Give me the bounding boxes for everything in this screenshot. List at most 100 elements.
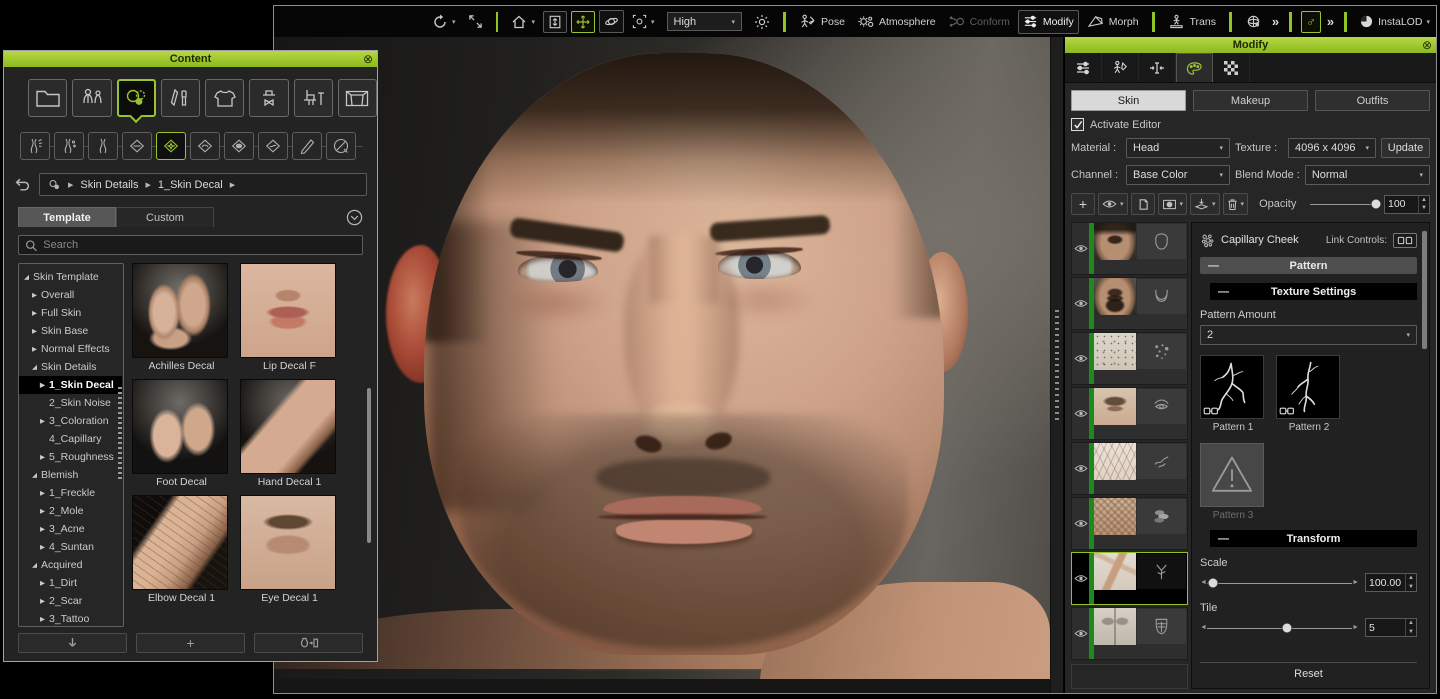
- expand-chevrons[interactable]: »: [1327, 14, 1333, 29]
- tab-pose[interactable]: [1102, 53, 1139, 82]
- tree-arrow-icon[interactable]: ▶: [40, 507, 49, 515]
- blend-mode-select[interactable]: Normal▾: [1305, 165, 1430, 185]
- tree-item-1-dirt[interactable]: ▶1_Dirt: [19, 574, 122, 592]
- remove-makeup-button[interactable]: [326, 132, 356, 160]
- update-button[interactable]: Update: [1381, 138, 1430, 158]
- category-stage-button[interactable]: [338, 79, 377, 117]
- category-skin-button[interactable]: [117, 79, 156, 117]
- search-input[interactable]: [43, 239, 356, 251]
- asset-grid-scrollbar[interactable]: [367, 388, 371, 543]
- morph-button[interactable]: Morph: [1083, 11, 1143, 33]
- tile-slider[interactable]: ◄►: [1200, 621, 1359, 635]
- tree-arrow-icon[interactable]: ▶: [40, 543, 49, 551]
- layer-visibility-toggle[interactable]: [1072, 498, 1089, 549]
- layer-beard-base[interactable]: Beard_Base: [1071, 277, 1188, 330]
- asset-hand-decal-1[interactable]: Hand Decal 1: [240, 379, 336, 490]
- layer-body-vascular[interactable]: Body Vascular: [1071, 552, 1188, 605]
- transform-button[interactable]: Trans: [1164, 11, 1220, 33]
- tree-item-full-skin[interactable]: ▶Full Skin: [19, 304, 122, 322]
- instalod-button[interactable]: InstaLOD ▾: [1356, 11, 1434, 33]
- tree-item-skin-details[interactable]: ◢Skin Details: [19, 358, 122, 376]
- content-panel-header[interactable]: Content ⊗: [4, 51, 377, 67]
- home-view-button[interactable]: ▾: [507, 11, 539, 33]
- opacity-input[interactable]: 100 ▲▼: [1384, 195, 1430, 214]
- tree-item-acquired[interactable]: ◢Acquired: [19, 556, 122, 574]
- asset-lip-decal-f[interactable]: Lip Decal F: [240, 263, 336, 374]
- add-layer-button[interactable]: +: [1071, 193, 1095, 215]
- tile-input[interactable]: 5 ▲▼: [1365, 618, 1417, 637]
- modify-button[interactable]: Modify: [1018, 10, 1079, 34]
- tree-item-3-tattoo[interactable]: ▶3_Tattoo: [19, 610, 122, 627]
- pattern-slot-pattern-2[interactable]: Pattern 2: [1276, 355, 1342, 433]
- layer-visibility-toggle[interactable]: [1072, 388, 1089, 439]
- pattern-slot-pattern-1[interactable]: Pattern 1: [1200, 355, 1266, 433]
- link-controls-button[interactable]: [1393, 233, 1417, 248]
- tree-item-4-capillary[interactable]: 4_Capillary: [19, 430, 122, 448]
- language-gizmo-button[interactable]: [1241, 11, 1266, 32]
- roughness-map-button[interactable]: [258, 132, 288, 160]
- orbit-camera-button[interactable]: [599, 10, 624, 33]
- layer-capillary-cheek[interactable]: Capillary Cheek: [1071, 442, 1188, 495]
- tab-attach[interactable]: [1139, 53, 1176, 82]
- expand-chevrons[interactable]: »: [1272, 14, 1278, 29]
- tab-material-paint[interactable]: [1176, 53, 1213, 82]
- tree-arrow-icon[interactable]: ▶: [40, 453, 49, 461]
- opacity-slider[interactable]: [1303, 197, 1381, 211]
- tree-arrow-icon[interactable]: ▶: [40, 489, 49, 497]
- pose-button[interactable]: Pose: [795, 11, 849, 33]
- tree-arrow-icon[interactable]: ▶: [40, 615, 49, 623]
- tab-custom[interactable]: Custom: [116, 207, 214, 227]
- atmosphere-button[interactable]: Atmosphere: [853, 11, 940, 33]
- layer-muscle[interactable]: Muscle: [1071, 607, 1188, 660]
- asset-achilles-decal[interactable]: Achilles Decal: [132, 263, 228, 374]
- layer-visibility-toggle[interactable]: [1072, 553, 1089, 604]
- tree-item-2-skin-noise[interactable]: 2_Skin Noise: [19, 394, 122, 412]
- tree-item-skin-base[interactable]: ▶Skin Base: [19, 322, 122, 340]
- opacity-slider-knob[interactable]: [1371, 199, 1382, 210]
- scale-input[interactable]: 100.00 ▲▼: [1365, 573, 1417, 592]
- skin-decal-button[interactable]: [156, 132, 186, 160]
- tree-arrow-icon[interactable]: ▶: [40, 381, 49, 389]
- tab-template[interactable]: Template: [18, 207, 116, 227]
- tile-slider-knob[interactable]: [1282, 622, 1293, 633]
- tab-adjust[interactable]: [1065, 53, 1102, 82]
- skin-category-button[interactable]: Skin: [1071, 90, 1186, 111]
- tree-item-4-suntan[interactable]: ▶4_Suntan: [19, 538, 122, 556]
- apply-to-target-button[interactable]: [254, 633, 363, 653]
- frame-selection-button[interactable]: ▾: [628, 11, 659, 32]
- opacity-spinner[interactable]: ▲▼: [1418, 196, 1429, 213]
- layer-scalp-base[interactable]: Scalp_Base: [1071, 222, 1188, 275]
- delete-layer-button[interactable]: ▾: [1223, 193, 1249, 215]
- texture-select[interactable]: 4096 x 4096▾: [1288, 138, 1376, 158]
- tree-item-normal-effects[interactable]: ▶Normal Effects: [19, 340, 122, 358]
- move-tool-button[interactable]: [571, 11, 595, 33]
- breadcrumb[interactable]: ▶ Skin Details ▶ 1_Skin Decal ▶: [39, 173, 367, 196]
- download-button[interactable]: [18, 633, 127, 653]
- tree-item-overall[interactable]: ▶Overall: [19, 286, 122, 304]
- tree-item-skin-template[interactable]: ◢Skin Template: [19, 268, 122, 286]
- makeup-category-button[interactable]: Makeup: [1193, 90, 1308, 111]
- texture-settings-header[interactable]: — Texture Settings: [1210, 283, 1417, 300]
- lighting-button[interactable]: [750, 11, 774, 33]
- modify-panel-header[interactable]: Modify ⊗: [1065, 37, 1436, 53]
- panel-splitter[interactable]: [1050, 37, 1064, 693]
- tree-arrow-icon[interactable]: ▶: [40, 579, 49, 587]
- maximize-viewport-button[interactable]: [464, 11, 487, 32]
- close-icon[interactable]: ⊗: [1422, 38, 1432, 52]
- bake-layer-button[interactable]: ▾: [1190, 193, 1220, 215]
- category-project-button[interactable]: [28, 79, 67, 117]
- tree-arrow-icon[interactable]: ◢: [32, 561, 41, 569]
- tree-arrow-icon[interactable]: ▶: [40, 597, 49, 605]
- pattern-amount-select[interactable]: 2▾: [1200, 325, 1417, 345]
- normal-map-button[interactable]: [190, 132, 220, 160]
- category-actor-button[interactable]: [72, 79, 111, 117]
- reset-button[interactable]: Reset: [1200, 662, 1417, 684]
- layer-visibility-button[interactable]: ▾: [1098, 193, 1128, 215]
- tree-scrollbar[interactable]: [118, 387, 122, 479]
- layer-visibility-toggle[interactable]: [1072, 223, 1089, 274]
- tattoo-pen-button[interactable]: [292, 132, 322, 160]
- search-box[interactable]: [18, 235, 363, 255]
- asset-foot-decal[interactable]: Foot Decal: [132, 379, 228, 490]
- layer-visibility-toggle[interactable]: [1072, 608, 1089, 659]
- quality-dropdown[interactable]: High ▾: [667, 12, 743, 31]
